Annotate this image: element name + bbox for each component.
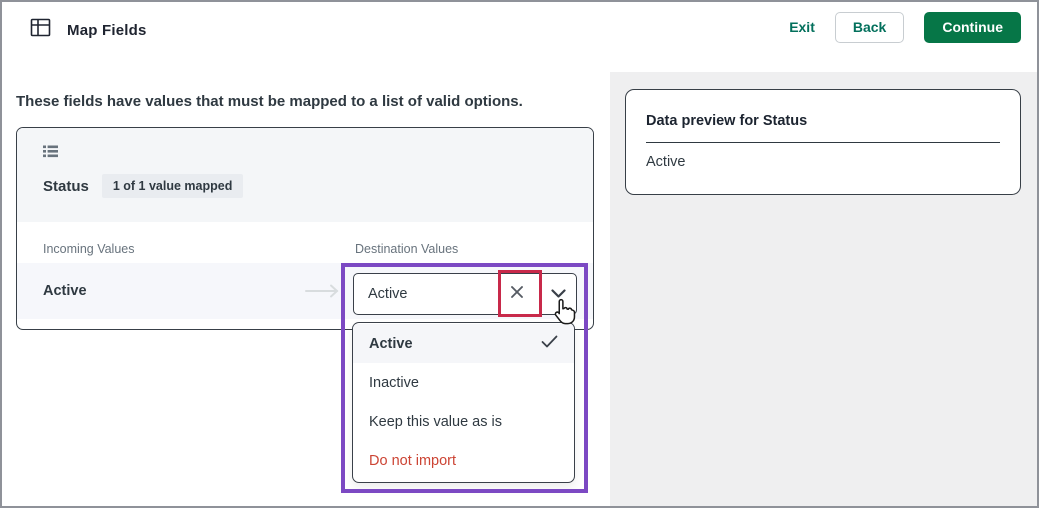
arrow-right-icon: [304, 283, 342, 304]
table-grid-icon: [30, 17, 51, 43]
open-dropdown-button[interactable]: [539, 274, 576, 314]
incoming-values-header: Incoming Values: [43, 242, 135, 256]
dropdown-option-active[interactable]: Active: [353, 324, 574, 363]
header: Map Fields Exit Back Continue: [2, 2, 1037, 74]
x-icon: [510, 285, 524, 304]
header-actions: Exit Back Continue: [789, 11, 1021, 43]
field-title-row: Status 1 of 1 value mapped: [43, 174, 567, 198]
option-label: Inactive: [369, 374, 419, 391]
dropdown-option-keep-value[interactable]: Keep this value as is: [353, 402, 574, 441]
mapped-count-badge: 1 of 1 value mapped: [101, 174, 244, 198]
header-left: Map Fields: [30, 17, 147, 43]
dropdown-option-inactive[interactable]: Inactive: [353, 363, 574, 402]
check-icon: [541, 335, 558, 352]
combobox-selected-value: Active: [368, 286, 408, 302]
dropdown-option-do-not-import[interactable]: Do not import: [353, 441, 574, 480]
destination-dropdown-menu: Active Inactive Keep this value as is Do…: [352, 322, 575, 483]
option-label: Keep this value as is: [369, 413, 502, 430]
preview-panel: Data preview for Status Active: [610, 72, 1037, 506]
preview-title: Data preview for Status: [646, 113, 1000, 143]
clear-value-button[interactable]: [495, 274, 539, 314]
field-name: Status: [43, 177, 89, 195]
option-label: Do not import: [369, 452, 457, 469]
field-card-header: Status 1 of 1 value mapped: [17, 128, 593, 222]
map-fields-page: Map Fields Exit Back Continue These fiel…: [0, 0, 1039, 508]
data-preview-card: Data preview for Status Active: [625, 89, 1021, 195]
destination-values-header: Destination Values: [355, 242, 459, 256]
chevron-down-icon: [550, 285, 566, 303]
continue-button[interactable]: Continue: [924, 11, 1021, 43]
destination-value-combobox[interactable]: Active: [353, 273, 577, 315]
list-icon: [43, 145, 58, 162]
page-title: Map Fields: [67, 21, 147, 39]
incoming-value: Active: [43, 283, 87, 299]
column-headers: Incoming Values Destination Values: [17, 222, 593, 256]
back-button[interactable]: Back: [834, 11, 905, 43]
instruction-text: These fields have values that must be ma…: [16, 93, 523, 110]
exit-button[interactable]: Exit: [789, 19, 815, 35]
option-label: Active: [369, 335, 413, 352]
preview-value: Active: [646, 154, 686, 170]
